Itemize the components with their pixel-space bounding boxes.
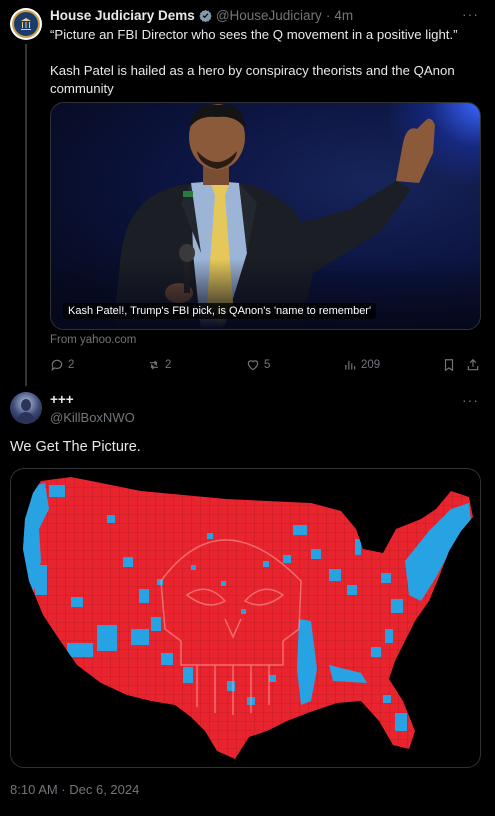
views-count: 209 <box>361 359 381 371</box>
card-caption: Kash Patel!, Trump's FBI pick, is QAnon'… <box>63 303 377 319</box>
share-icon <box>467 358 479 371</box>
reply-count: 2 <box>68 359 75 371</box>
tweet1-display-name[interactable]: House Judiciary Dems <box>50 8 195 23</box>
county-map-image[interactable] <box>10 468 481 768</box>
verified-badge-icon <box>199 9 212 22</box>
bookmark-button[interactable] <box>442 358 456 372</box>
avatar-house-judiciary[interactable] <box>10 8 42 40</box>
like-button[interactable]: 5 <box>246 358 270 372</box>
bookmark-icon <box>444 359 454 372</box>
tweet1-header: House Judiciary Dems @HouseJudiciary · 4… <box>50 8 353 23</box>
more-dots-icon[interactable]: ··· <box>462 6 479 22</box>
tweet1-text-line1: “Picture an FBI Director who sees the Q … <box>50 27 458 42</box>
tweet1-separator: · <box>325 8 331 23</box>
more-dots-icon[interactable]: ··· <box>462 392 479 408</box>
avatar-figure <box>16 399 36 424</box>
views-button[interactable]: 209 <box>343 358 380 372</box>
repost-button[interactable]: 2 <box>147 358 171 372</box>
share-button[interactable] <box>466 358 480 372</box>
repost-icon <box>149 360 159 370</box>
reply-button[interactable]: 2 <box>50 358 74 372</box>
tweet1-text: “Picture an FBI Director who sees the Q … <box>50 26 480 98</box>
tweet2-text: We Get The Picture. <box>10 439 141 455</box>
tweet1-action-bar: 2 2 5 209 <box>50 358 480 374</box>
judiciary-seal-icon <box>12 10 40 38</box>
tweet2-timestamp[interactable]: 8:10 AM · Dec 6, 2024 <box>10 782 139 797</box>
link-card-image[interactable]: Kash Patel!, Trump's FBI pick, is QAnon'… <box>50 102 481 330</box>
tweet1-text-line2: Kash Patel is hailed as a hero by conspi… <box>50 63 455 96</box>
us-county-map <box>23 477 473 759</box>
tweet2-display-name[interactable]: +++ <box>50 392 74 407</box>
repost-count: 2 <box>165 359 172 371</box>
heart-icon <box>247 360 259 371</box>
thread-connector-line <box>25 44 27 386</box>
like-count: 5 <box>264 359 271 371</box>
reply-icon <box>51 359 63 372</box>
tweet1-time[interactable]: 4m <box>334 8 353 23</box>
tweet1-handle[interactable]: @HouseJudiciary <box>216 8 322 23</box>
avatar-killboxnwo[interactable] <box>10 392 42 424</box>
views-icon <box>345 360 356 370</box>
card-source[interactable]: From yahoo.com <box>50 334 136 346</box>
tweet2-handle[interactable]: @KillBoxNWO <box>50 410 135 425</box>
